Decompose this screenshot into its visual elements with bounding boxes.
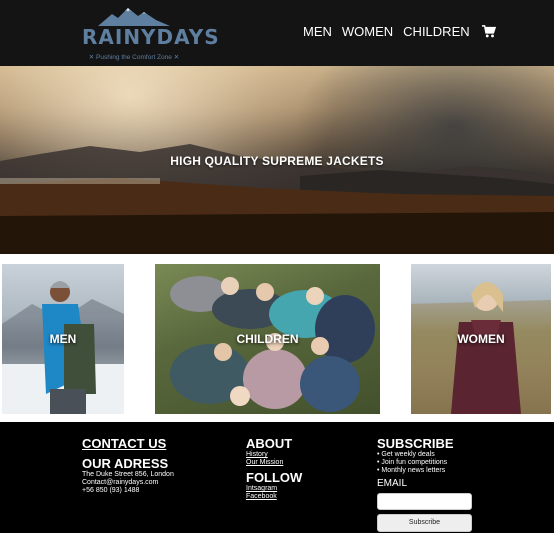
category-label-women: WOMEN xyxy=(457,332,505,346)
category-label-children: CHILDREN xyxy=(236,332,299,346)
about-link-mission[interactable]: Our Mission xyxy=(246,459,302,467)
hero-banner: HIGH QUALITY SUPREME JACKETS xyxy=(0,66,554,254)
category-card-women[interactable]: WOMEN xyxy=(411,264,551,414)
subscribe-bullet-newsletters: • Monthly news letters xyxy=(377,467,446,474)
about-link-history[interactable]: History xyxy=(246,451,302,459)
footer-subscribe-column: SUBSCRIBE • Get weekly deals • Join fun … xyxy=(377,436,472,532)
subscribe-button[interactable]: Subscribe xyxy=(377,514,472,532)
footer-contact-column: CONTACT US OUR ADRESS The Duke Street 85… xyxy=(82,436,174,495)
address-line-phone: +56 850 (93) 1488 xyxy=(82,487,140,494)
category-section: MEN CHILDREN WOMEN xyxy=(0,254,554,422)
email-input[interactable] xyxy=(377,493,472,510)
address-heading: OUR ADRESS xyxy=(82,456,169,471)
subscribe-heading: SUBSCRIBE xyxy=(377,436,454,451)
site-footer: CONTACT US OUR ADRESS The Duke Street 85… xyxy=(0,422,554,533)
hero-headline: HIGH QUALITY SUPREME JACKETS xyxy=(170,154,384,168)
subscribe-bullet-competitions: • Join fun competitions xyxy=(377,459,448,466)
category-card-men[interactable]: MEN xyxy=(2,264,124,414)
main-nav: MEN WOMEN CHILDREN xyxy=(303,24,496,39)
category-card-children[interactable]: CHILDREN xyxy=(155,264,380,414)
nav-link-men[interactable]: MEN xyxy=(303,24,332,39)
footer-about-column: ABOUT History Our Mission FOLLOW Intsagr… xyxy=(246,436,302,501)
shopping-cart-icon[interactable] xyxy=(481,24,496,39)
nav-link-women[interactable]: WOMEN xyxy=(342,24,393,39)
rainydays-logo[interactable]: RAINYDAYS ✕ Pushing the Comfort Zone ✕ xyxy=(82,6,220,62)
address-line-email: Contact@rainydays.com xyxy=(82,479,159,486)
follow-heading: FOLLOW xyxy=(246,470,303,485)
follow-link-instagram[interactable]: Intsagram xyxy=(246,485,302,493)
address-line-street: The Duke Street 856, London xyxy=(82,471,174,478)
about-heading: ABOUT xyxy=(246,436,293,451)
category-label-men: MEN xyxy=(49,332,77,346)
email-label: EMAIL xyxy=(377,478,408,489)
follow-link-facebook[interactable]: Facebook xyxy=(246,493,302,501)
contact-us-link[interactable]: CONTACT US xyxy=(82,436,174,451)
subscribe-bullet-deals: • Get weekly deals xyxy=(377,451,435,458)
logo-wordmark: RAINYDAYS xyxy=(82,25,220,49)
logo-tagline: ✕ Pushing the Comfort Zone ✕ xyxy=(88,54,180,61)
mountain-logo-icon xyxy=(98,8,170,26)
nav-link-children[interactable]: CHILDREN xyxy=(403,24,469,39)
site-header: RAINYDAYS ✕ Pushing the Comfort Zone ✕ M… xyxy=(0,0,554,66)
